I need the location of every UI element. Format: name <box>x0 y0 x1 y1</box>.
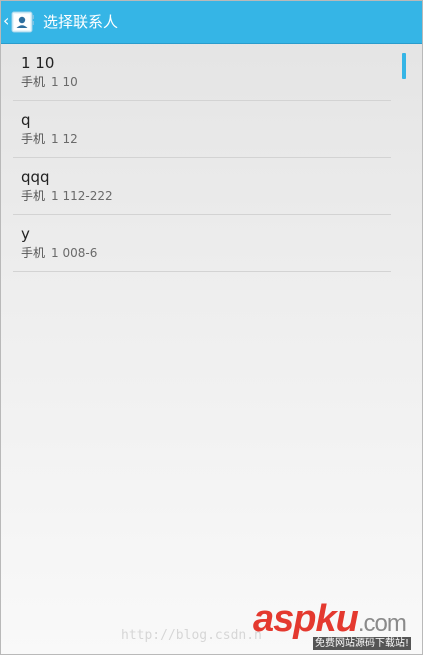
contact-detail: 手机 1 12 <box>21 132 78 147</box>
screen: ‹ 选择联系人 1 10 手机 1 10 q 手机 1 12 qqq 手机 1 … <box>0 0 423 655</box>
page-title: 选择联系人 <box>43 13 119 31</box>
watermark-url: http://blog.csdn.n <box>121 628 262 643</box>
list-item[interactable]: 1 10 手机 1 10 <box>13 44 391 101</box>
action-bar: ‹ 选择联系人 <box>1 1 422 43</box>
list-item[interactable]: y 手机 1 008-6 <box>13 215 391 272</box>
contact-detail: 手机 1 112-222 <box>21 189 113 204</box>
watermark-caption: 免费网站源码下载站! <box>313 637 412 650</box>
phone-type-label: 手机 <box>21 189 46 203</box>
scrollbar-thumb[interactable] <box>402 53 406 79</box>
phone-number: 1 10 <box>51 75 78 89</box>
contact-name: y <box>21 225 30 243</box>
contact-name: 1 10 <box>21 54 55 72</box>
phone-number: 1 12 <box>51 132 78 146</box>
phone-type-label: 手机 <box>21 246 46 260</box>
phone-type-label: 手机 <box>21 132 46 146</box>
watermark-logo-main: aspku <box>253 598 359 640</box>
watermark-logo-suffix: .com <box>357 610 407 637</box>
list-item[interactable]: qqq 手机 1 112-222 <box>13 158 391 215</box>
contact-name: q <box>21 111 31 129</box>
contact-list: 1 10 手机 1 10 q 手机 1 12 qqq 手机 1 112-222 y 手… <box>13 44 391 272</box>
phone-type-label: 手机 <box>21 75 46 89</box>
contact-detail: 手机 1 10 <box>21 75 78 90</box>
contact-name: qqq <box>21 168 50 186</box>
contacts-app-icon[interactable] <box>11 10 35 34</box>
list-item[interactable]: q 手机 1 12 <box>13 101 391 158</box>
chevron-left-icon[interactable]: ‹ <box>3 12 10 30</box>
contact-detail: 手机 1 008-6 <box>21 246 97 261</box>
phone-number: 1 008-6 <box>51 246 98 260</box>
phone-number: 1 112-222 <box>51 189 113 203</box>
